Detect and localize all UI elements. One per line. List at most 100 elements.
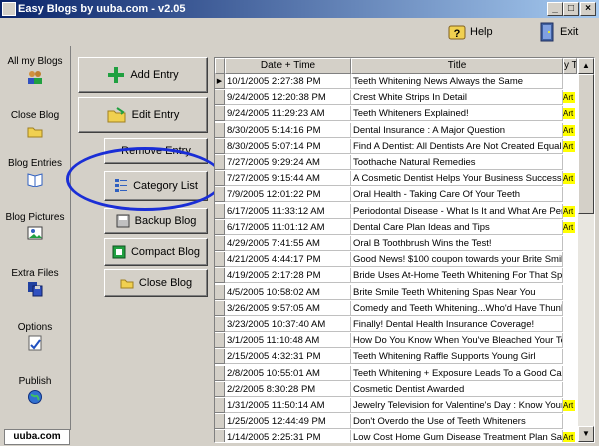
remove-entry-button[interactable]: Remove Entry bbox=[104, 138, 208, 164]
cell-title: Jewelry Television for Valentine's Day :… bbox=[351, 398, 563, 413]
book-icon bbox=[27, 173, 43, 188]
close-window-button[interactable]: × bbox=[580, 2, 596, 16]
row-indicator[interactable] bbox=[215, 333, 225, 349]
table-row[interactable]: 4/29/2005 7:41:55 AM Oral B Toothbrush Wi… bbox=[215, 236, 577, 251]
row-indicator[interactable] bbox=[215, 171, 225, 187]
sidebar-item-blog-pictures[interactable]: Blog Pictures bbox=[0, 212, 70, 244]
cell-tag: Art bbox=[563, 173, 575, 185]
sidebar-item-publish[interactable]: Publish bbox=[0, 376, 70, 408]
table-row[interactable]: 3/26/2005 9:57:05 AM Comedy and Teeth Whi… bbox=[215, 300, 577, 316]
app-icon bbox=[2, 2, 16, 16]
cell-date: 1/14/2005 2:25:31 PM bbox=[225, 430, 351, 442]
table-row[interactable]: 4/19/2005 2:17:28 PM Bride Uses At-Home T… bbox=[215, 268, 577, 284]
row-indicator[interactable] bbox=[215, 381, 225, 397]
table-row[interactable]: 7/27/2005 9:29:24 AM Toothache Natural Re… bbox=[215, 155, 577, 170]
entries-grid[interactable]: Date + Time Title y T ▶ 10/1/2005 2:27:38… bbox=[214, 57, 595, 443]
cell-date: 9/24/2005 11:29:23 AM bbox=[225, 106, 351, 122]
table-row[interactable]: 8/30/2005 5:07:14 PM Find A Dentist: All … bbox=[215, 138, 577, 154]
cell-title: Cosmetic Dentist Awarded bbox=[351, 381, 563, 397]
sidebar-item-all-my-blogs[interactable]: All my Blogs bbox=[0, 56, 70, 88]
row-indicator[interactable] bbox=[215, 219, 225, 235]
sidebar-item-blog-entries[interactable]: Blog Entries bbox=[0, 158, 70, 190]
table-row[interactable]: 9/24/2005 12:20:38 PM Crest White Strips … bbox=[215, 90, 577, 106]
backup-icon bbox=[116, 214, 130, 228]
column-header-title[interactable]: Title bbox=[351, 58, 563, 74]
sidebar-item-extra-files[interactable]: Extra Files bbox=[0, 268, 70, 300]
cell-date: 7/9/2005 12:01:22 PM bbox=[225, 187, 351, 203]
column-header-type[interactable]: y T bbox=[563, 58, 577, 74]
remove-entry-label: Remove Entry bbox=[121, 145, 191, 157]
maximize-button[interactable]: □ bbox=[563, 2, 579, 16]
cell-tag: Art bbox=[563, 432, 575, 443]
exit-button[interactable]: Exit bbox=[538, 20, 578, 44]
row-indicator[interactable]: ▶ bbox=[215, 74, 225, 89]
scroll-down-icon[interactable]: ▼ bbox=[578, 426, 594, 442]
table-row[interactable]: 1/31/2005 11:50:14 AM Jewelry Television … bbox=[215, 398, 577, 413]
row-indicator[interactable] bbox=[215, 187, 225, 203]
scroll-thumb[interactable] bbox=[578, 74, 594, 214]
row-indicator[interactable] bbox=[215, 106, 225, 122]
scroll-up-icon[interactable]: ▲ bbox=[578, 58, 594, 74]
table-row[interactable]: 2/8/2005 10:55:01 AM Teeth Whitening + Ex… bbox=[215, 365, 577, 381]
compact-blog-button[interactable]: Compact Blog bbox=[104, 238, 208, 266]
row-indicator[interactable] bbox=[215, 252, 225, 268]
table-row[interactable]: 1/14/2005 2:25:31 PM Low Cost Home Gum D… bbox=[215, 430, 577, 443]
cell-tag: Art bbox=[563, 205, 575, 217]
row-indicator[interactable] bbox=[215, 365, 225, 381]
table-row[interactable]: 4/5/2005 10:58:02 AM Brite Smile Teeth Wh… bbox=[215, 284, 577, 300]
add-entry-label: Add Entry bbox=[130, 69, 179, 81]
cell-date: 1/25/2005 12:44:49 PM bbox=[225, 414, 351, 430]
column-header-date[interactable]: Date + Time bbox=[225, 58, 351, 74]
row-indicator[interactable] bbox=[215, 430, 225, 442]
vertical-scrollbar[interactable]: ▲ ▼ bbox=[578, 58, 594, 442]
sidebar-item-close-blog[interactable]: Close Blog bbox=[0, 110, 70, 142]
row-indicator[interactable] bbox=[215, 414, 225, 430]
row-indicator[interactable] bbox=[215, 398, 225, 413]
row-indicator[interactable] bbox=[215, 155, 225, 170]
row-indicator[interactable] bbox=[215, 122, 225, 138]
minimize-button[interactable]: _ bbox=[547, 2, 563, 16]
row-indicator[interactable] bbox=[215, 300, 225, 316]
sidebar-item-options[interactable]: Options bbox=[0, 322, 70, 354]
table-row[interactable]: 7/27/2005 9:15:44 AM A Cosmetic Dentist H… bbox=[215, 171, 577, 187]
cell-title: Teeth Whitening + Exposure Leads To a Go… bbox=[351, 365, 563, 381]
help-button[interactable]: ? Help bbox=[448, 20, 493, 44]
table-row[interactable]: 2/2/2005 8:30:28 PM Cosmetic Dentist Awar… bbox=[215, 381, 577, 397]
table-row[interactable]: 3/23/2005 10:37:40 AM Finally! Dental Hea… bbox=[215, 317, 577, 332]
window-title: Easy Blogs by uuba.com - v2.05 bbox=[18, 3, 186, 15]
globe-icon bbox=[28, 390, 42, 404]
row-indicator[interactable] bbox=[215, 268, 225, 284]
add-entry-button[interactable]: Add Entry bbox=[78, 57, 208, 93]
table-row[interactable]: 4/21/2005 4:44:17 PM Good News! $100 coup… bbox=[215, 252, 577, 268]
row-indicator[interactable] bbox=[215, 349, 225, 365]
backup-blog-button[interactable]: Backup Blog bbox=[104, 208, 208, 234]
table-row[interactable]: 6/17/2005 11:33:12 AM Periodontal Disease… bbox=[215, 203, 577, 219]
edit-entry-button[interactable]: Edit Entry bbox=[78, 97, 208, 133]
sidebar-item-label: Blog Pictures bbox=[5, 212, 65, 223]
table-row[interactable]: 7/9/2005 12:01:22 PM Oral Health - Taking… bbox=[215, 187, 577, 203]
table-row[interactable]: 6/17/2005 11:01:12 AM Dental Care Plan Id… bbox=[215, 219, 577, 235]
cell-date: 9/24/2005 12:20:38 PM bbox=[225, 90, 351, 106]
plus-icon bbox=[108, 67, 125, 83]
cell-title: Oral B Toothbrush Wins the Test! bbox=[351, 236, 563, 251]
row-indicator[interactable] bbox=[215, 317, 225, 332]
table-row[interactable]: 1/25/2005 12:44:49 PM Don't Overdo the Us… bbox=[215, 414, 577, 430]
cell-title: Teeth Whitening News Always the Same bbox=[351, 74, 563, 89]
table-row[interactable]: ▶ 10/1/2005 2:27:38 PM Teeth Whitening New… bbox=[215, 74, 577, 89]
grid-header-indicator bbox=[215, 58, 225, 74]
table-row[interactable]: 2/15/2005 4:32:31 PM Teeth Whitening Raff… bbox=[215, 349, 577, 365]
table-row[interactable]: 9/24/2005 11:29:23 AM Teeth Whiteners Exp… bbox=[215, 106, 577, 122]
row-indicator[interactable] bbox=[215, 90, 225, 106]
row-indicator[interactable] bbox=[215, 203, 225, 219]
cell-title: Finally! Dental Health Insurance Coverag… bbox=[351, 317, 563, 332]
cell-date: 6/17/2005 11:01:12 AM bbox=[225, 219, 351, 235]
edit-folder-icon bbox=[107, 107, 126, 123]
row-indicator[interactable] bbox=[215, 236, 225, 251]
close-blog-button[interactable]: Close Blog bbox=[104, 269, 208, 297]
row-indicator[interactable] bbox=[215, 138, 225, 154]
cell-date: 4/5/2005 10:58:02 AM bbox=[225, 284, 351, 300]
category-list-button[interactable]: Category List bbox=[104, 171, 208, 201]
row-indicator[interactable] bbox=[215, 284, 225, 300]
table-row[interactable]: 8/30/2005 5:14:16 PM Dental Insurance : A… bbox=[215, 122, 577, 138]
table-row[interactable]: 3/1/2005 11:10:48 AM How Do You Know When… bbox=[215, 333, 577, 349]
